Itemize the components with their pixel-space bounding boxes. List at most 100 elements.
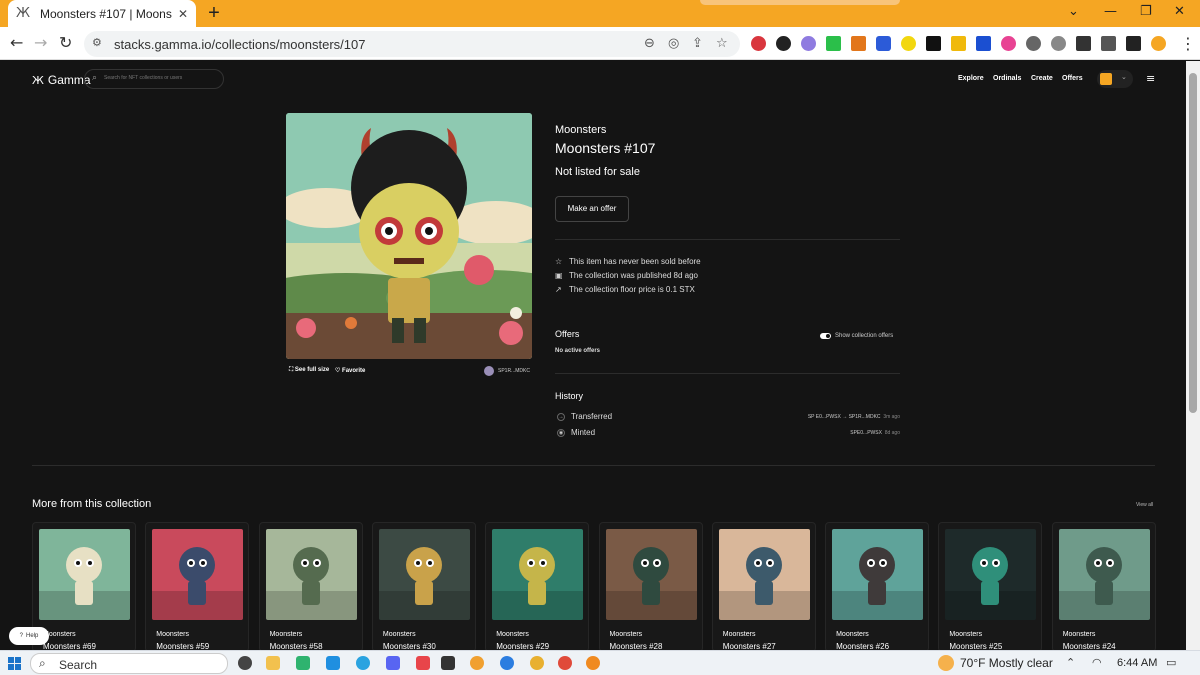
close-window-icon[interactable]: ✕ — [1174, 4, 1185, 19]
taskbar-search-label: Search — [59, 658, 98, 672]
owner-address: SP1R...MDKC — [498, 368, 530, 374]
metamask-icon[interactable] — [851, 36, 866, 51]
weather-text: 70°F Mostly clear — [960, 656, 1053, 670]
favorite-button[interactable]: ♡ Favorite — [335, 367, 365, 374]
wifi-icon[interactable]: ◠ — [1092, 656, 1102, 669]
chrome-active-icon[interactable] — [586, 656, 600, 670]
collection-card[interactable]: Moonsters Moonsters #58 — [258, 522, 363, 650]
site-info-icon[interactable]: ⚙ — [92, 36, 102, 49]
back-icon[interactable]: ← — [10, 33, 23, 52]
clock[interactable]: 6:44 AM — [1117, 657, 1157, 669]
nav-ordinals[interactable]: Ordinals — [993, 75, 1021, 82]
chrome-profile-icon[interactable] — [470, 656, 484, 670]
zoom-icon[interactable]: ⊖ — [644, 36, 655, 51]
heart-icon: ♡ — [335, 368, 343, 374]
collection-card[interactable]: Moonsters Moonsters #24 — [1051, 522, 1156, 650]
address-bar[interactable]: ⚙ stacks.gamma.io/collections/moonsters/… — [84, 31, 740, 57]
fact-text: This item has never been sold before — [569, 257, 701, 266]
tray-chevron-icon[interactable]: ⌃ — [1066, 656, 1075, 669]
extension-icon[interactable] — [976, 36, 991, 51]
app-icon[interactable] — [296, 656, 310, 670]
gamma-logo[interactable]: Ж Gamma — [32, 73, 91, 87]
edge-icon[interactable] — [500, 656, 514, 670]
hamburger-menu-icon[interactable]: ≡ — [1146, 72, 1155, 85]
chrome-icon[interactable] — [530, 656, 544, 670]
more-from-collection-heading: More from this collection — [32, 498, 152, 510]
edge-icon[interactable] — [326, 656, 340, 670]
extension-icon[interactable] — [826, 36, 841, 51]
nav-explore[interactable]: Explore — [958, 75, 984, 82]
share-icon[interactable]: ⇪ — [692, 36, 703, 51]
profile-avatar[interactable] — [1151, 36, 1166, 51]
url-text: stacks.gamma.io/collections/moonsters/10… — [114, 37, 366, 52]
browser-menu-icon[interactable]: ⋮ — [1180, 34, 1196, 53]
history-to[interactable]: SPE0...PWSX — [850, 430, 882, 436]
owner-link[interactable]: SP1R...MDKC — [484, 366, 530, 376]
collection-card[interactable]: Moonsters Moonsters #27 — [711, 522, 816, 650]
restore-icon[interactable]: ❐ — [1140, 4, 1152, 19]
reload-icon[interactable]: ↻ — [59, 33, 72, 52]
app-icon[interactable] — [416, 656, 430, 670]
taskbar-search[interactable]: ⌕ Search — [30, 653, 228, 674]
search-input[interactable]: ⌕ Search for NFT collections or users — [84, 69, 224, 89]
extension-icon[interactable] — [801, 36, 816, 51]
extension-icon[interactable] — [1051, 36, 1066, 51]
favorite-label: Favorite — [342, 368, 366, 374]
card-collection: Moonsters — [949, 631, 983, 638]
telegram-icon[interactable] — [356, 656, 370, 670]
history-to[interactable]: SP1R...MDKC — [849, 414, 881, 420]
forward-icon[interactable]: → — [34, 33, 47, 52]
collection-card[interactable]: Moonsters Moonsters #25 — [938, 522, 1043, 650]
card-name: Moonsters #58 — [269, 642, 323, 650]
minimize-icon[interactable]: — — [1104, 4, 1117, 19]
media-app-icon[interactable] — [238, 656, 252, 670]
view-all-link[interactable]: View all — [1136, 502, 1153, 508]
discord-icon[interactable] — [386, 656, 400, 670]
extension-icon[interactable] — [876, 36, 891, 51]
collection-name[interactable]: Moonsters — [555, 124, 606, 136]
weather-widget[interactable]: 70°F Mostly clear — [938, 655, 1053, 671]
tab-list-icon[interactable]: ⌄ — [1068, 4, 1079, 19]
card-image — [832, 529, 924, 620]
collection-card[interactable]: Moonsters Moonsters #59 — [145, 522, 250, 650]
page-scrollbar[interactable] — [1186, 61, 1200, 650]
extension-icon[interactable] — [1001, 36, 1016, 51]
browser-tab[interactable]: Ж Moonsters #107 | Moonsters | G ✕ — [8, 0, 196, 27]
chrome-icon[interactable] — [558, 656, 572, 670]
see-full-size-button[interactable]: ⛶ See full size — [289, 367, 329, 374]
bookmark-star-icon[interactable]: ☆ — [716, 36, 728, 51]
fact-row: ↗ The collection floor price is 0.1 STX — [555, 285, 695, 294]
extension-icon[interactable] — [951, 36, 966, 51]
extension-icon[interactable] — [751, 36, 766, 51]
close-tab-icon[interactable]: ✕ — [178, 7, 188, 21]
nav-offers[interactable]: Offers — [1062, 75, 1083, 82]
show-collection-offers-toggle[interactable]: Show collection offers — [820, 333, 893, 339]
scrollbar-thumb[interactable] — [1189, 73, 1197, 413]
windows-start-icon[interactable] — [8, 657, 21, 670]
divider — [555, 373, 900, 374]
see-full-size-label: See full size — [294, 367, 330, 373]
side-panel-icon[interactable] — [1126, 36, 1141, 51]
help-button[interactable]: ? Help — [9, 627, 49, 645]
extension-icon[interactable] — [926, 36, 941, 51]
app-icon[interactable] — [441, 656, 455, 670]
notification-icon[interactable]: ▭ — [1166, 656, 1176, 669]
history-from[interactable]: SP E0...PWSX — [808, 414, 841, 420]
new-tab-button[interactable]: + — [204, 3, 224, 23]
extensions-puzzle-icon[interactable] — [1076, 36, 1091, 51]
make-offer-button[interactable]: Make an offer — [555, 196, 629, 222]
file-explorer-icon[interactable] — [266, 656, 280, 670]
collection-card[interactable]: Moonsters Moonsters #26 — [825, 522, 930, 650]
extension-icon[interactable] — [776, 36, 791, 51]
download-icon[interactable] — [1101, 36, 1116, 51]
extension-icon[interactable] — [901, 36, 916, 51]
nft-image[interactable] — [286, 113, 532, 359]
tracking-icon[interactable]: ◎ — [668, 36, 679, 51]
extension-icon[interactable] — [1026, 36, 1041, 51]
user-menu[interactable]: ⌄ — [1097, 70, 1133, 88]
collection-card[interactable]: Moonsters Moonsters #28 — [598, 522, 703, 650]
collection-card[interactable]: Moonsters Moonsters #30 — [371, 522, 476, 650]
nav-create[interactable]: Create — [1031, 75, 1053, 82]
card-collection: Moonsters — [1062, 631, 1096, 638]
collection-card[interactable]: Moonsters Moonsters #29 — [485, 522, 590, 650]
